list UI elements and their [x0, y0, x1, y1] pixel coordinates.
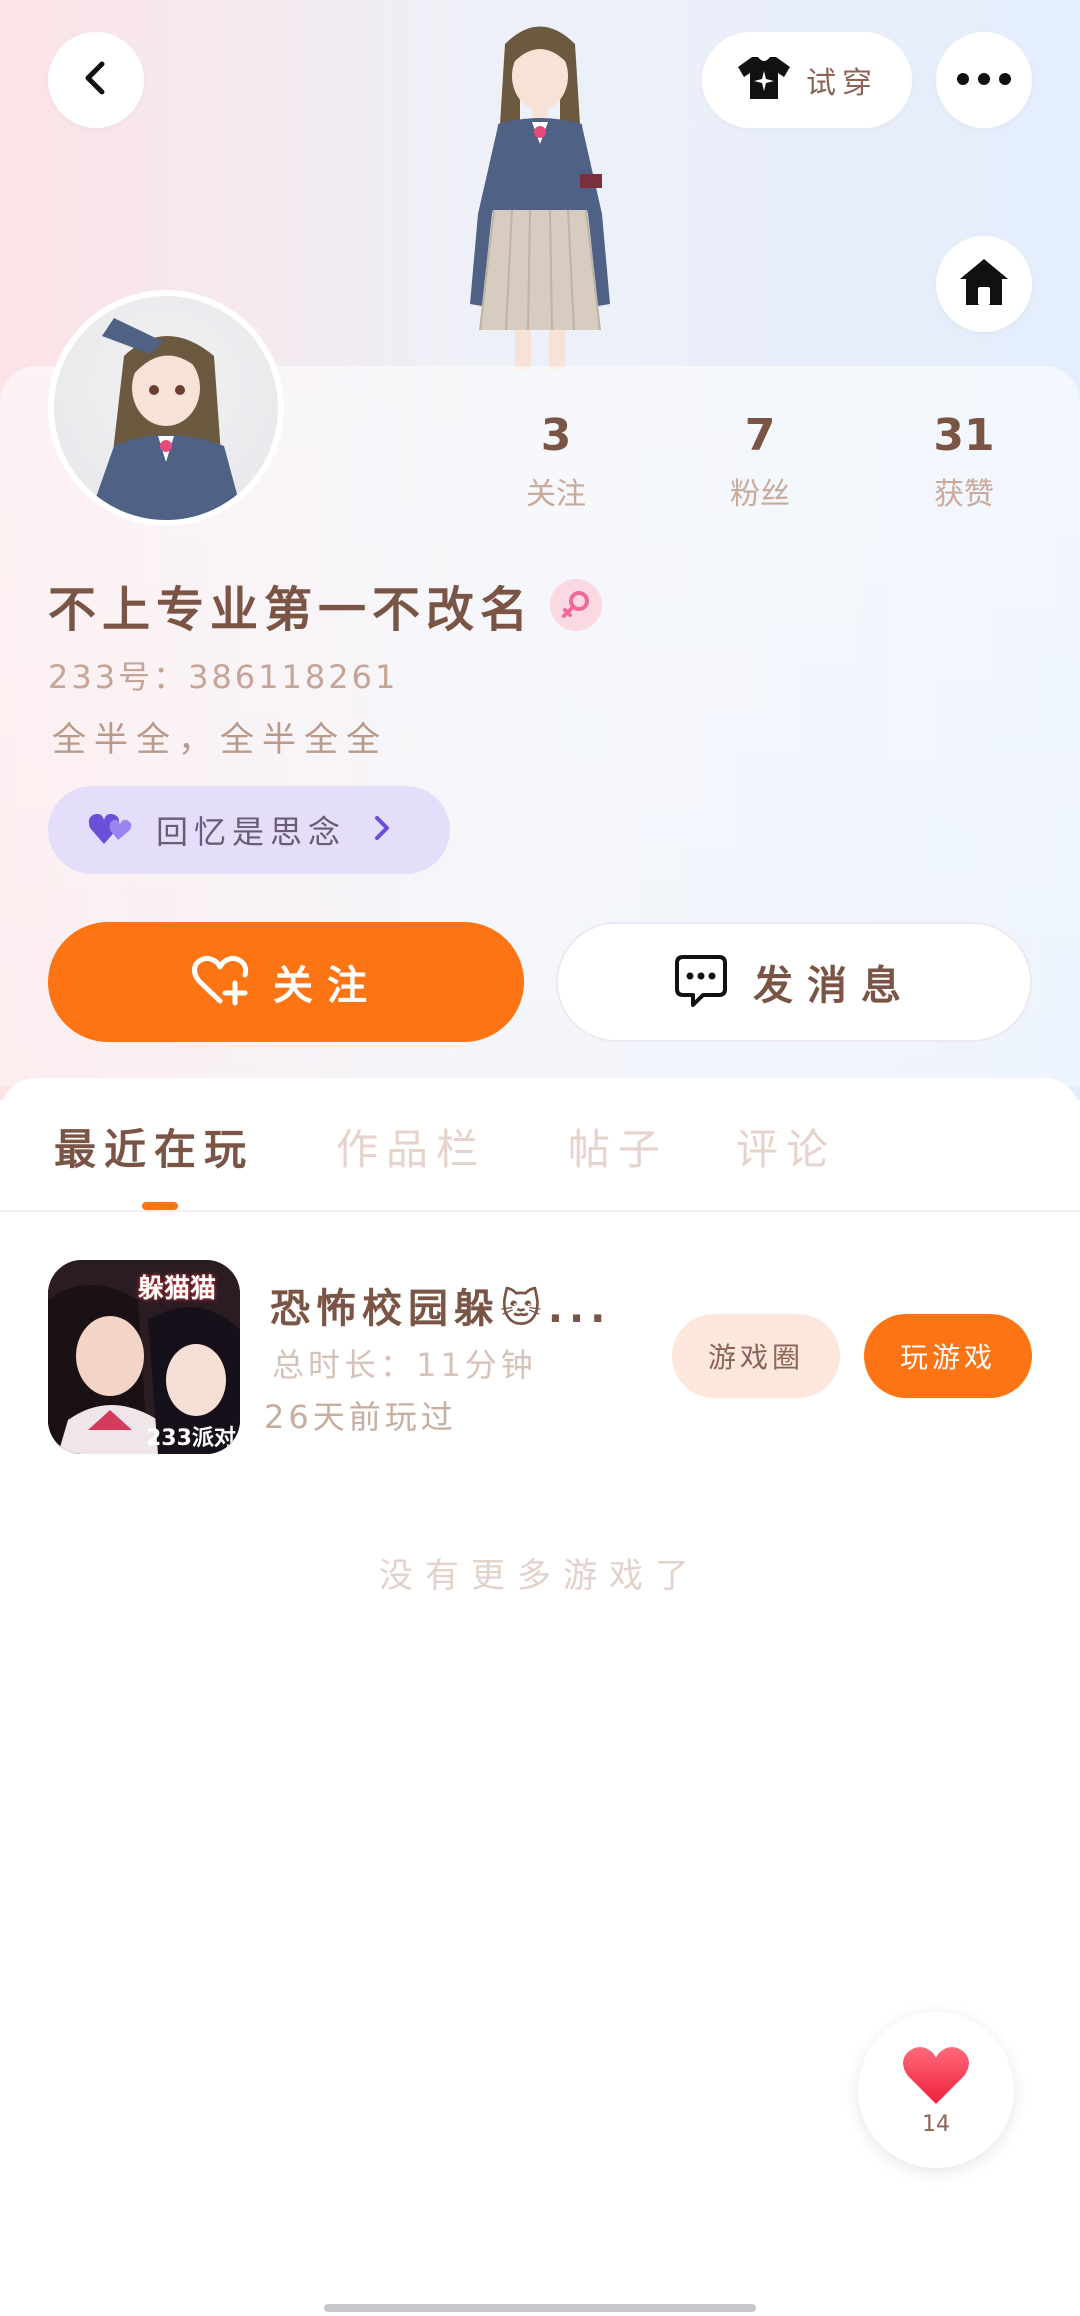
chevron-left-icon [76, 58, 116, 102]
like-count: 14 [922, 2111, 950, 2137]
home-indicator[interactable] [324, 2304, 756, 2312]
stat-following-label: 关注 [526, 477, 586, 512]
game-icon-text-bottom: 233派对 [146, 1426, 236, 1451]
avatar-3d-figure[interactable] [420, 14, 660, 370]
stat-likes-label: 获赞 [934, 477, 994, 512]
play-game-button[interactable]: 玩游戏 [864, 1314, 1032, 1398]
stat-followers-value: 7 [744, 410, 776, 461]
stat-following[interactable]: 3 关注 [476, 410, 636, 513]
message-button[interactable]: 发消息 [556, 922, 1032, 1042]
like-button[interactable]: 14 [858, 2012, 1014, 2168]
more-button[interactable] [936, 32, 1032, 128]
tab-bar: 最近在玩 作品栏 帖子 评论 [0, 1078, 1080, 1212]
profile-name-row: 不上专业第一不改名 [48, 570, 603, 640]
user-bio: 全半全，全半全全 [52, 720, 388, 760]
try-on-button[interactable]: 试穿 [702, 32, 912, 128]
tshirt-sparkle-icon [736, 53, 792, 107]
follow-label: 关注 [273, 963, 381, 1009]
chevron-right-icon [372, 814, 392, 846]
tab-works[interactable]: 作品栏 [336, 1116, 486, 1177]
home-icon [958, 257, 1010, 311]
stat-likes-value: 31 [933, 410, 995, 461]
home-button[interactable] [936, 236, 1032, 332]
heart-icon [902, 2044, 970, 2110]
tab-comments[interactable]: 评论 [736, 1116, 836, 1177]
follow-button[interactable]: 关注 [48, 922, 524, 1042]
profile-name: 不上专业第一不改名 [48, 582, 535, 638]
message-label: 发消息 [753, 963, 915, 1009]
chat-bubble-icon [673, 953, 729, 1011]
tab-indicator [142, 1202, 178, 1210]
try-on-label: 试穿 [806, 66, 878, 101]
heart-plus-icon [191, 953, 249, 1011]
user-id: 233号：386118261 [48, 658, 399, 696]
game-last-played: 26天前玩过 [264, 1398, 457, 1436]
stat-followers-label: 粉丝 [730, 477, 790, 512]
profile-tag[interactable]: 回忆是思念 [48, 786, 450, 874]
more-dots-icon [956, 71, 1012, 90]
female-icon [550, 579, 603, 631]
game-circle-button[interactable]: 游戏圈 [672, 1314, 840, 1398]
game-icon[interactable]: 躲猫猫 233派对 [48, 1260, 240, 1454]
avatar[interactable] [48, 290, 284, 526]
list-item[interactable]: 躲猫猫 233派对 恐怖校园躲🐱... 总时长：11分钟 26天前玩过 游戏圈 … [0, 1258, 1080, 1458]
tab-recent-play[interactable]: 最近在玩 [54, 1116, 254, 1177]
profile-tag-label: 回忆是思念 [156, 813, 347, 851]
stat-followers[interactable]: 7 粉丝 [680, 410, 840, 513]
game-playtime: 总时长：11分钟 [272, 1346, 537, 1384]
tab-posts[interactable]: 帖子 [568, 1116, 668, 1177]
double-heart-icon [88, 810, 136, 850]
back-button[interactable] [48, 32, 144, 128]
game-title: 恐怖校园躲🐱... [270, 1286, 612, 1332]
stat-following-value: 3 [540, 410, 572, 461]
game-icon-text-top: 躲猫猫 [138, 1274, 217, 1304]
stat-likes[interactable]: 31 获赞 [884, 410, 1044, 513]
empty-list-text: 没有更多游戏了 [379, 1556, 701, 1596]
